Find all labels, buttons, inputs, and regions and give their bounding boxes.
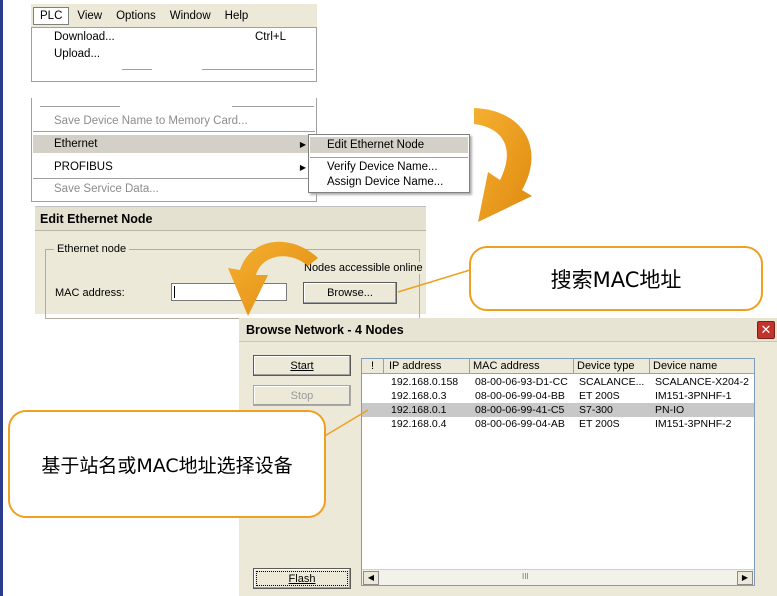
callout-pointer	[397, 269, 471, 293]
curved-arrow-icon	[228, 241, 318, 316]
curved-arrow-icon	[474, 108, 532, 222]
callout-select-device: 基于站名或MAC地址选择设备	[8, 410, 326, 518]
callout-search-mac: 搜索MAC地址	[469, 246, 763, 311]
